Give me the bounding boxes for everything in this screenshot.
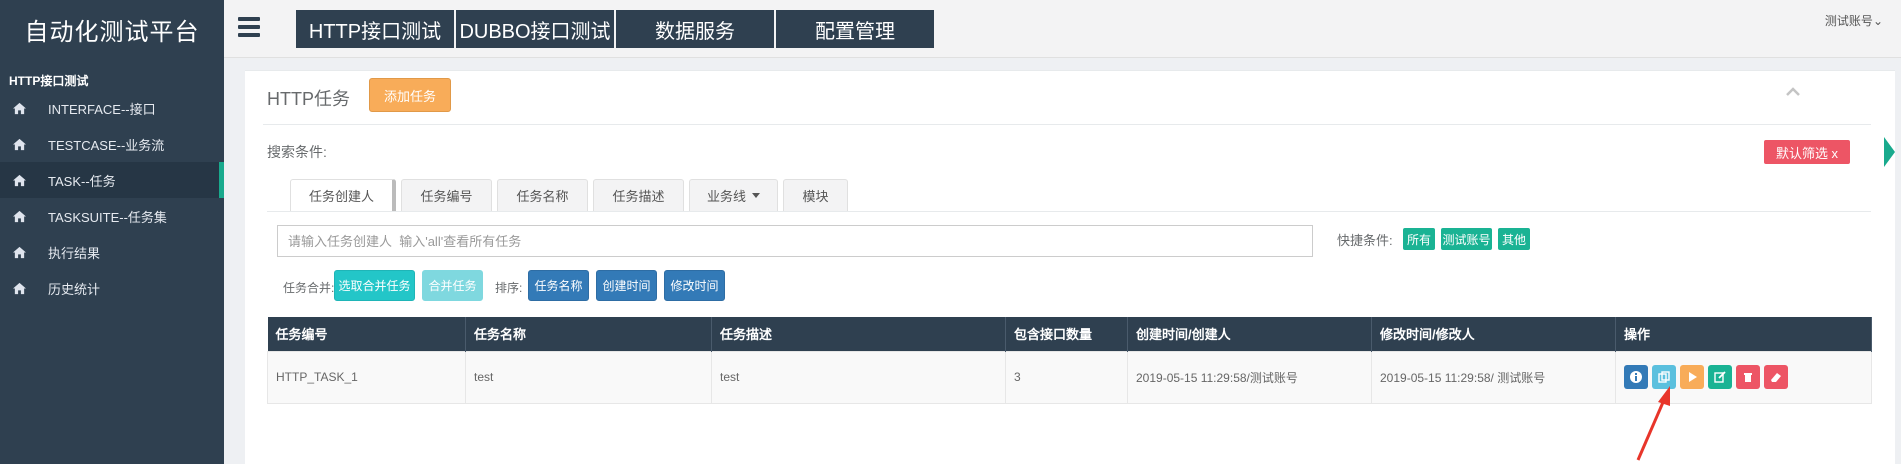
sidebar-item-tasksuite[interactable]: TASKSUITE--任务集 (0, 198, 224, 234)
sort-label: 排序: (495, 281, 523, 295)
home-icon (10, 209, 28, 223)
table-header-row: 任务编号 任务名称 任务描述 包含接口数量 创建时间/创建人 修改时间/修改人 … (267, 317, 1872, 351)
search-conditions-label: 搜索条件: (267, 144, 327, 160)
run-button[interactable] (1680, 365, 1704, 389)
default-filter-badge[interactable]: 默认筛选 x (1764, 140, 1850, 164)
chevron-down-icon: ⌄ (1872, 14, 1883, 28)
column-header: 包含接口数量 (1005, 317, 1128, 351)
cell-created: 2019-05-15 11:29:58/测试账号 (1127, 350, 1372, 404)
cell-task-description: test (711, 350, 1006, 404)
edit-button[interactable] (1708, 365, 1732, 389)
app-brand: 自动化测试平台 (24, 18, 200, 46)
add-task-button[interactable]: 添加任务 (369, 78, 451, 112)
tab-task-name[interactable]: 任务名称 (497, 179, 588, 211)
column-header: 任务编号 (267, 317, 466, 351)
account-menu[interactable]: 测试账号⌄ (1825, 12, 1883, 29)
tab-business-line[interactable]: 业务线 (689, 179, 778, 211)
sidebar-item-label: TASKSUITE--任务集 (48, 209, 167, 225)
sidebar: 自动化测试平台 HTTP接口测试 INTERFACE--接口 TESTCASE-… (0, 0, 224, 464)
home-icon (10, 137, 28, 151)
sort-by-created-button[interactable]: 创建时间 (596, 270, 657, 301)
cell-modified: 2019-05-15 11:29:58/ 测试账号 (1371, 350, 1616, 404)
tab-task-description[interactable]: 任务描述 (593, 179, 684, 211)
caret-right-icon[interactable] (1884, 137, 1895, 167)
top-nav: HTTP接口测试 DUBBO接口测试 数据服务 配置管理 (296, 10, 934, 48)
task-merge-label: 任务合并: (283, 281, 335, 295)
quick-tag-other[interactable]: 其他 (1498, 228, 1530, 250)
clear-button[interactable] (1764, 365, 1788, 389)
quick-tag-all[interactable]: 所有 (1403, 228, 1435, 250)
cell-task-name: test (465, 350, 712, 404)
top-nav-dubbo[interactable]: DUBBO接口测试 (456, 10, 614, 48)
tab-business-line-label: 业务线 (706, 189, 746, 204)
account-name: 测试账号 (1824, 14, 1873, 28)
sidebar-item-results[interactable]: 执行结果 (0, 234, 224, 270)
page-title: HTTP任务 (267, 89, 350, 109)
tab-task-id[interactable]: 任务编号 (401, 179, 492, 211)
sidebar-item-label: TASK--任务 (48, 173, 116, 189)
sort-by-modified-button[interactable]: 修改时间 (664, 270, 725, 301)
sort-by-name-button[interactable]: 任务名称 (528, 270, 589, 301)
column-header: 修改时间/修改人 (1371, 317, 1616, 351)
sidebar-item-label: 历史统计 (48, 281, 101, 297)
delete-button[interactable] (1736, 365, 1760, 389)
top-bar: HTTP接口测试 DUBBO接口测试 数据服务 配置管理 测试账号⌄ (224, 0, 1901, 58)
divider (267, 211, 1871, 212)
chevron-up-icon[interactable] (1785, 85, 1801, 99)
cell-interface-count: 3 (1005, 350, 1128, 404)
cell-task-id: HTTP_TASK_1 (267, 350, 466, 404)
merge-tasks-button[interactable]: 合并任务 (422, 270, 483, 301)
divider (263, 124, 1871, 125)
sidebar-item-history[interactable]: 历史统计 (0, 270, 224, 306)
tab-task-creator[interactable]: 任务创建人 (290, 179, 396, 211)
home-icon (10, 101, 28, 115)
top-nav-config[interactable]: 配置管理 (776, 10, 934, 48)
sidebar-item-interface[interactable]: INTERFACE--接口 (0, 90, 224, 126)
quick-conditions-label: 快捷条件: (1337, 233, 1393, 248)
trash-icon (1744, 373, 1752, 382)
sidebar-item-task[interactable]: TASK--任务 (0, 162, 224, 198)
top-nav-http[interactable]: HTTP接口测试 (296, 10, 454, 48)
search-tabs: 任务创建人 任务编号 任务名称 任务描述 业务线 模块 (290, 179, 848, 211)
sidebar-item-label: INTERFACE--接口 (48, 101, 156, 117)
annotation-arrow-icon (1636, 386, 1670, 461)
quick-tag-test-account[interactable]: 测试账号 (1441, 228, 1492, 250)
tab-module[interactable]: 模块 (783, 179, 848, 211)
search-input[interactable] (277, 225, 1313, 257)
play-icon (1689, 372, 1697, 382)
edit-icon (1714, 371, 1726, 383)
sidebar-item-testcase[interactable]: TESTCASE--业务流 (0, 126, 224, 162)
column-header: 任务描述 (711, 317, 1006, 351)
sidebar-item-label: TESTCASE--业务流 (48, 137, 165, 153)
caret-down-icon (752, 193, 760, 198)
top-nav-data-service[interactable]: 数据服务 (616, 10, 774, 48)
eraser-icon (1771, 373, 1781, 382)
home-icon (10, 281, 28, 295)
menu-toggle-icon[interactable] (238, 17, 260, 37)
sidebar-item-label: 执行结果 (48, 245, 101, 261)
column-header: 操作 (1615, 317, 1872, 351)
column-header: 创建时间/创建人 (1127, 317, 1372, 351)
home-icon (10, 173, 28, 187)
home-icon (10, 245, 28, 259)
select-merge-tasks-button[interactable]: 选取合并任务 (334, 270, 415, 301)
nav-section-title: HTTP接口测试 (9, 74, 89, 88)
column-header: 任务名称 (465, 317, 712, 351)
